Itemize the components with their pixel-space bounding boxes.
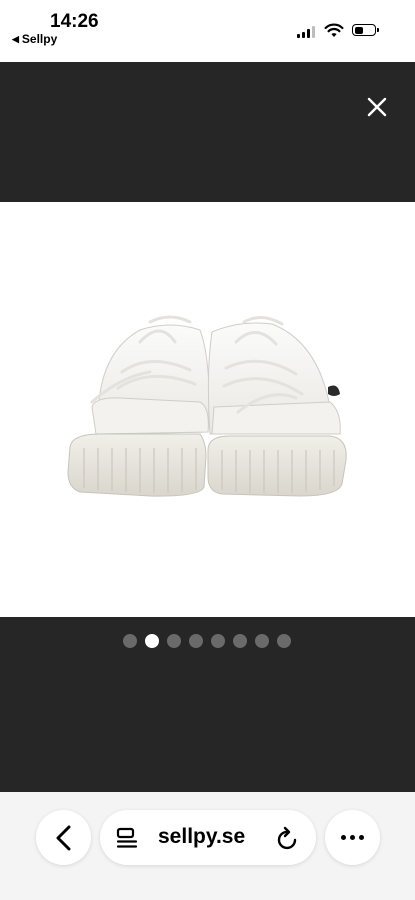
pagination-dot[interactable] [233, 634, 247, 648]
cellular-signal-icon [297, 26, 315, 38]
pagination-dot[interactable] [211, 634, 225, 648]
back-to-app-link[interactable]: ◀ Sellpy [12, 32, 57, 46]
tabs-icon[interactable] [116, 826, 140, 850]
address-bar[interactable]: sellpy.se [100, 810, 316, 865]
back-chevron-icon [56, 825, 70, 850]
pagination-dot[interactable] [123, 634, 137, 648]
pagination-dot[interactable] [167, 634, 181, 648]
more-button[interactable] [325, 810, 380, 865]
status-time: 14:26 [50, 11, 99, 32]
battery-tip [377, 28, 379, 32]
back-caret-icon: ◀ [12, 33, 19, 44]
wifi-icon [324, 23, 344, 37]
image-pagination-dots [123, 634, 291, 648]
more-icon [341, 835, 346, 840]
product-image[interactable] [0, 202, 415, 617]
url-text: sellpy.se [158, 825, 246, 848]
viewer-top-area [0, 62, 415, 202]
pagination-dot[interactable] [189, 634, 203, 648]
browser-page: 14:26 ◀ Sellpy sellpy.se [0, 0, 415, 900]
battery-icon [352, 24, 376, 36]
pagination-dot[interactable] [145, 634, 159, 648]
pagination-dot[interactable] [255, 634, 269, 648]
status-bar: 14:26 ◀ Sellpy [0, 0, 415, 62]
sneakers-illustration [67, 315, 347, 497]
reload-icon[interactable] [276, 825, 300, 851]
close-icon[interactable] [362, 92, 392, 122]
pagination-dot[interactable] [277, 634, 291, 648]
back-app-label: Sellpy [21, 32, 58, 46]
browser-back-button[interactable] [36, 810, 91, 865]
battery-level-fill [354, 26, 363, 34]
